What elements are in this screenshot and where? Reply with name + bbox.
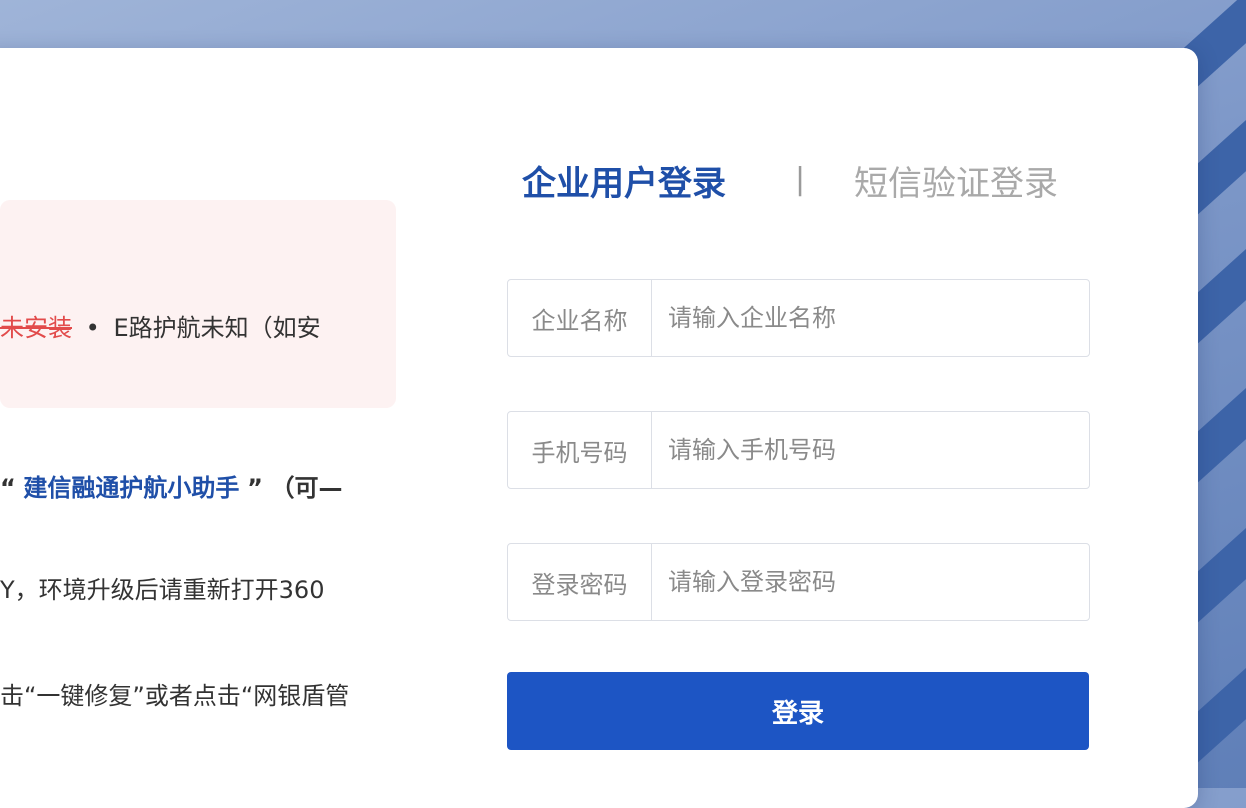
password-input[interactable] xyxy=(652,544,1089,620)
enterprise-name-field: 企业名称 xyxy=(507,279,1090,357)
environment-status-line: 未安装 • E路护航未知（如安 xyxy=(0,308,321,343)
login-button[interactable]: 登录 xyxy=(507,672,1089,750)
not-installed-status: 未安装 xyxy=(0,314,72,342)
password-label: 登录密码 xyxy=(508,544,652,620)
tab-enterprise-login[interactable]: 企业用户登录 xyxy=(522,156,726,205)
quote-close: ” xyxy=(247,474,263,502)
environment-notice-box xyxy=(0,200,396,408)
tip-line-repair: 击“一键修复”或者点击“网银盾管 xyxy=(0,682,350,710)
enterprise-name-input[interactable] xyxy=(652,280,1089,356)
quote-open: “ xyxy=(0,474,16,502)
bullet-dot: • xyxy=(85,314,100,342)
tab-separator: | xyxy=(795,162,806,197)
tab-sms-login[interactable]: 短信验证登录 xyxy=(854,156,1058,205)
helper-app-link[interactable]: 建信融通护航小助手 xyxy=(23,474,239,502)
epath-status-text: E路护航未知（如安 xyxy=(113,314,321,342)
phone-number-field: 手机号码 xyxy=(507,411,1090,489)
phone-number-label: 手机号码 xyxy=(508,412,652,488)
password-field: 登录密码 xyxy=(507,543,1090,621)
tip-line-upgrade: Y，环境升级后请重新打开360 xyxy=(0,576,325,604)
tip-line-helper: “ 建信融通护航小助手 ” （可— xyxy=(0,468,342,503)
enterprise-name-label: 企业名称 xyxy=(508,280,652,356)
tip-line-helper-rest: （可— xyxy=(270,474,343,502)
phone-number-input[interactable] xyxy=(652,412,1089,488)
